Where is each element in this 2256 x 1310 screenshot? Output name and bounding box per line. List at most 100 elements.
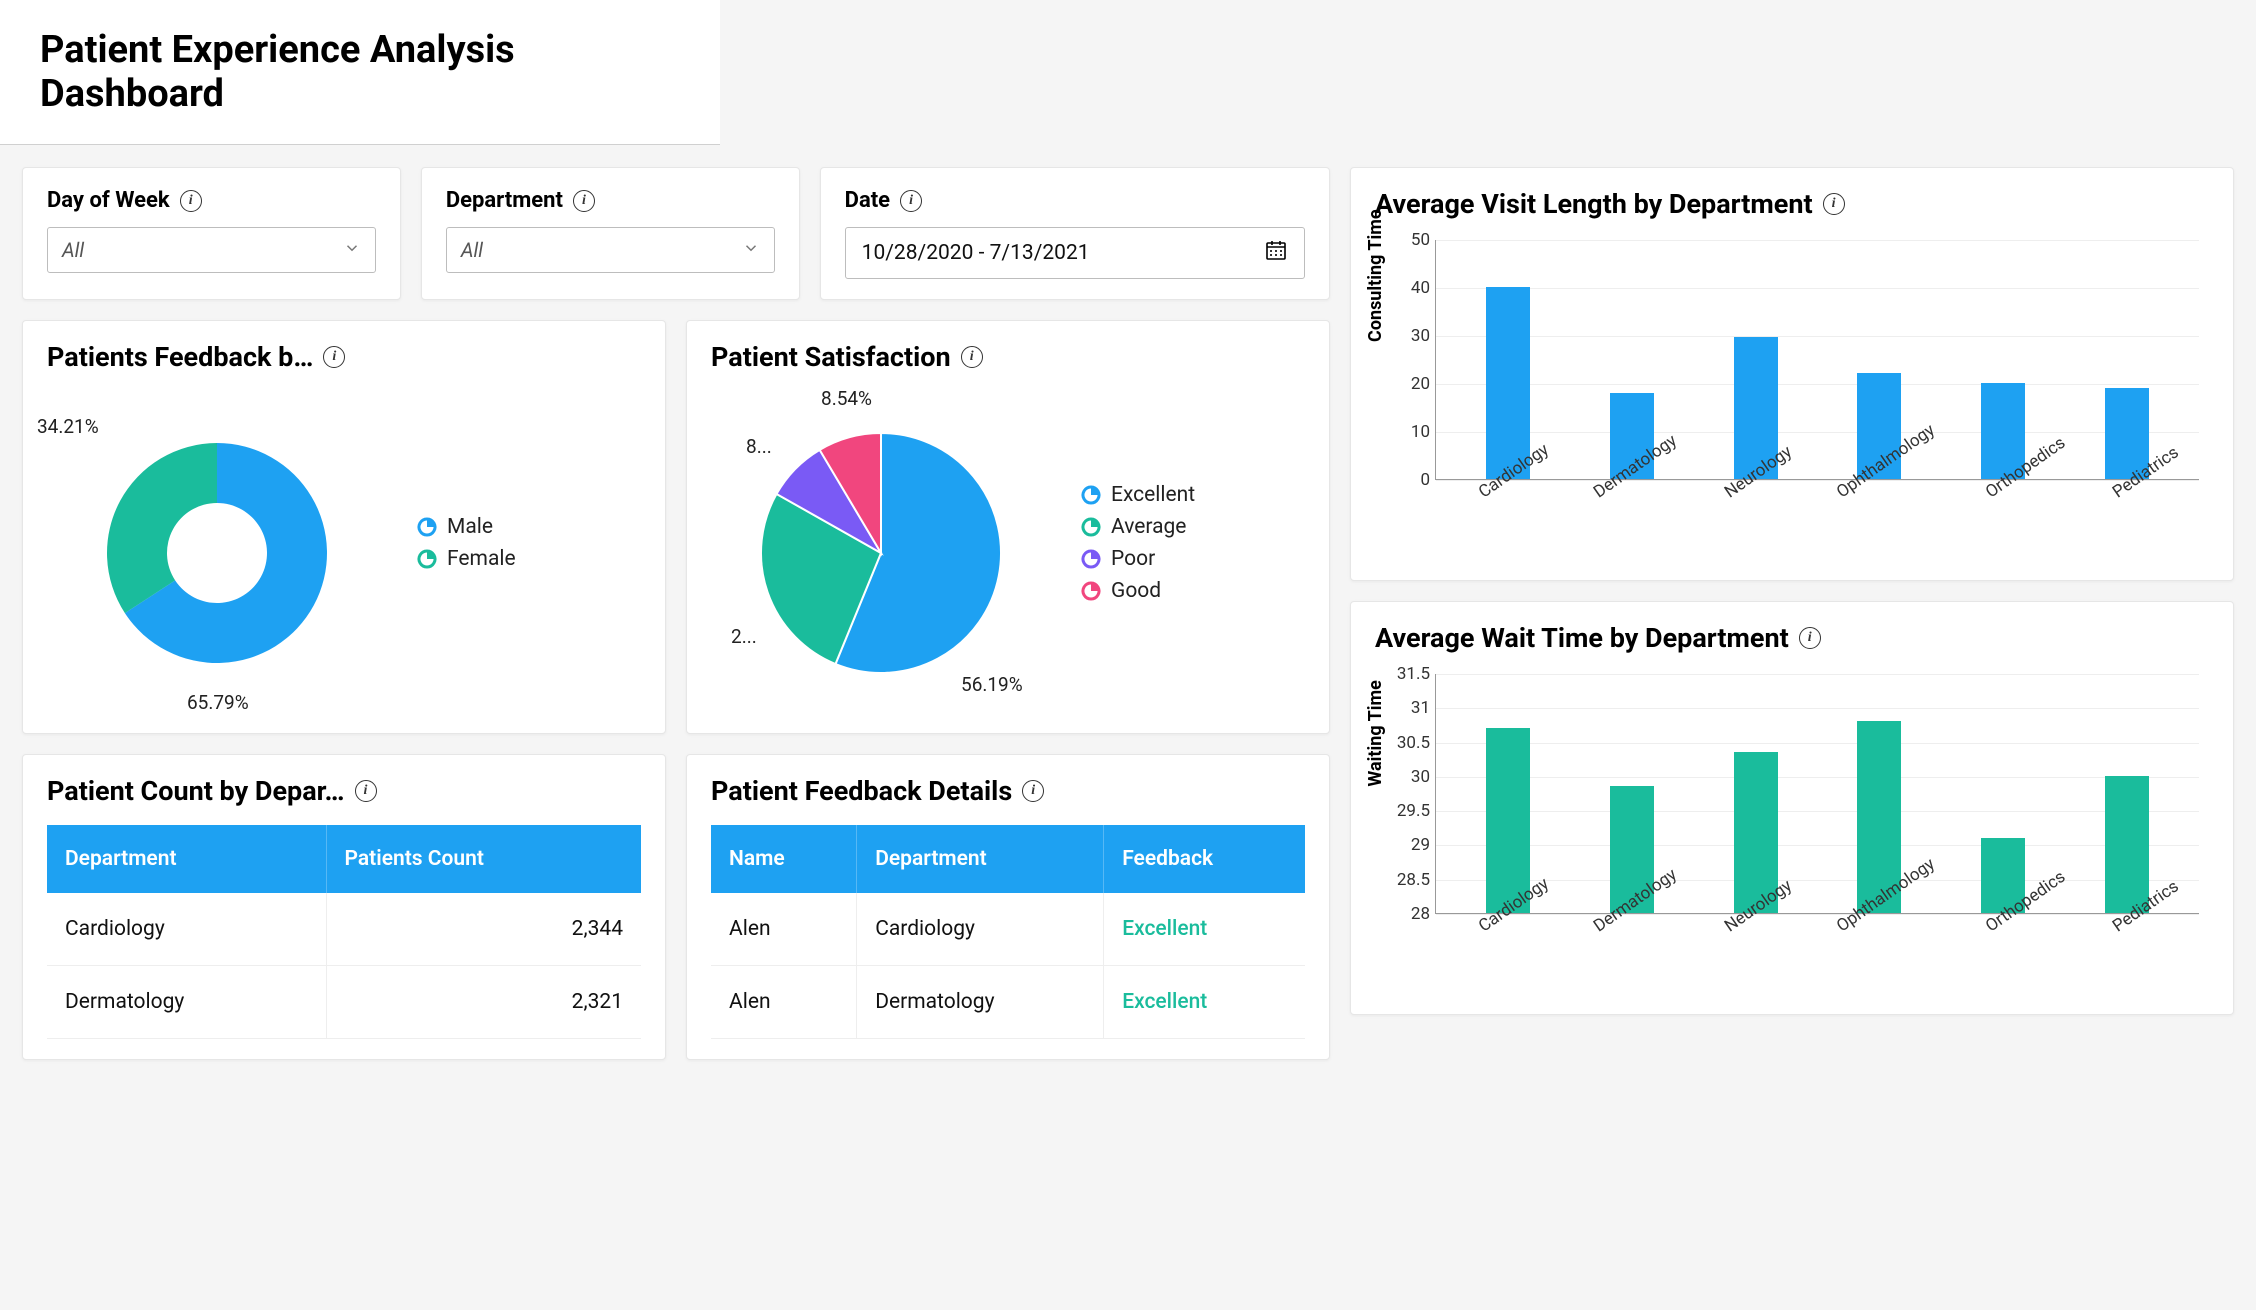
legend-label: Good [1111,579,1161,603]
legend-satisfaction: Excellent Average Poor Good [1081,475,1195,611]
table-row[interactable]: Cardiology2,344 [47,893,641,966]
legend-item[interactable]: Good [1081,579,1195,603]
info-icon[interactable]: i [573,190,595,212]
pie-slice-icon [1081,485,1101,505]
bar-chart-visit-length: Consulting Time 01020304050 CardiologyDe… [1375,230,2209,560]
filter-label-text: Department [446,188,563,213]
card-title-text: Average Wait Time by Department [1375,622,1789,654]
card-title: Patient Count by Depar… i [47,775,641,807]
card-title: Average Wait Time by Department i [1375,622,2209,654]
cell-feedback: Excellent [1104,893,1305,966]
tbody: AlenCardiologyExcellentAlenDermatologyEx… [711,893,1305,1039]
y-tick: 31.5 [1386,664,1430,684]
legend-item[interactable]: Male [417,515,516,539]
y-tick: 31 [1386,698,1430,718]
bar-chart-wait-time: Waiting Time 2828.52929.53030.53131.5 Ca… [1375,664,2209,994]
date-value: 10/28/2020 - 7/13/2021 [862,241,1090,265]
day-of-week-select[interactable]: All [47,227,376,273]
cell-dept: Cardiology [47,893,326,966]
plot-area: 2828.52929.53030.53131.5 [1435,674,2199,914]
th-department[interactable]: Department [47,825,326,893]
card-title-text: Patients Feedback b… [47,341,313,373]
info-icon[interactable]: i [1799,627,1821,649]
page-title: Patient Experience Analysis Dashboard [40,28,680,116]
cell-count: 2,321 [326,966,641,1039]
page-title-bar: Patient Experience Analysis Dashboard [0,0,720,145]
y-tick: 10 [1386,422,1430,442]
info-icon[interactable]: i [961,346,983,368]
y-tick: 30 [1386,326,1430,346]
y-tick: 20 [1386,374,1430,394]
info-icon[interactable]: i [1823,193,1845,215]
card-feedback-details: Patient Feedback Details i Name Departme… [686,754,1330,1060]
card-title-text: Average Visit Length by Department [1375,188,1813,220]
y-tick: 40 [1386,278,1430,298]
legend-label: Excellent [1111,483,1195,507]
pct-label: 65.79% [187,691,249,714]
info-icon[interactable]: i [355,780,377,802]
pie-chart-satisfaction: 8.54%8...2...56.19% [711,373,1051,713]
x-axis-labels: CardiologyDermatologyNeurologyOphthalmol… [1435,914,2199,940]
date-range-picker[interactable]: 10/28/2020 - 7/13/2021 [845,227,1305,279]
plot-area: 01020304050 [1435,240,2199,480]
card-title: Average Visit Length by Department i [1375,188,2209,220]
filter-label: Department i [446,188,775,213]
legend-item[interactable]: Average [1081,515,1195,539]
cell-count: 2,344 [326,893,641,966]
legend-label: Average [1111,515,1186,539]
card-satisfaction: Patient Satisfaction i 8.54%8...2...56.1… [686,320,1330,734]
info-icon[interactable]: i [323,346,345,368]
pie-slice-icon [1081,549,1101,569]
th-department[interactable]: Department [857,825,1104,893]
pct-label: 34.21% [37,415,99,438]
y-tick: 29.5 [1386,801,1430,821]
select-value: All [62,238,84,262]
card-title-text: Patient Satisfaction [711,341,951,373]
table-row[interactable]: AlenDermatologyExcellent [711,966,1305,1039]
legend-item[interactable]: Excellent [1081,483,1195,507]
th-name[interactable]: Name [711,825,857,893]
cell-feedback: Excellent [1104,966,1305,1039]
chevron-down-icon [343,238,361,262]
card-title-text: Patient Feedback Details [711,775,1012,807]
card-visit-length: Average Visit Length by Department i Con… [1350,167,2234,581]
legend-label: Poor [1111,547,1155,571]
card-title: Patient Feedback Details i [711,775,1305,807]
y-tick: 29 [1386,835,1430,855]
table-row[interactable]: Dermatology2,321 [47,966,641,1039]
pie-slice-icon [417,549,437,569]
th-feedback[interactable]: Feedback [1104,825,1305,893]
filter-date: Date i 10/28/2020 - 7/13/2021 [820,167,1330,300]
info-icon[interactable]: i [1022,780,1044,802]
filter-label: Day of Week i [47,188,376,213]
pct-label: 2... [731,625,757,648]
x-axis-labels: CardiologyDermatologyNeurologyOphthalmol… [1435,480,2199,506]
y-tick: 28 [1386,904,1430,924]
bar[interactable] [2105,776,2149,913]
calendar-icon [1264,238,1288,268]
card-title: Patients Feedback b… i [47,341,641,373]
info-icon[interactable]: i [900,190,922,212]
cell-name: Alen [711,893,857,966]
table-count-by-dept: Department Patients Count Cardiology2,34… [47,825,641,1039]
cell-dept: Cardiology [857,893,1104,966]
legend-gender: Male Female [417,507,516,579]
info-icon[interactable]: i [180,190,202,212]
y-axis-label: Consulting Time [1365,209,1386,342]
card-title: Patient Satisfaction i [711,341,1305,373]
legend-label: Female [447,547,516,571]
tbody: Cardiology2,344Dermatology2,321 [47,893,641,1039]
pct-label: 8... [746,435,772,458]
department-select[interactable]: All [446,227,775,273]
legend-item[interactable]: Poor [1081,547,1195,571]
th-patients-count[interactable]: Patients Count [326,825,641,893]
card-count-by-dept: Patient Count by Depar… i Department Pat… [22,754,666,1060]
legend-item[interactable]: Female [417,547,516,571]
y-tick: 30.5 [1386,733,1430,753]
y-tick: 50 [1386,230,1430,250]
cell-dept: Dermatology [857,966,1104,1039]
pct-label: 56.19% [961,673,1023,696]
bar[interactable] [1486,287,1530,479]
table-row[interactable]: AlenCardiologyExcellent [711,893,1305,966]
donut-chart-gender: 34.21%65.79% [47,373,387,713]
